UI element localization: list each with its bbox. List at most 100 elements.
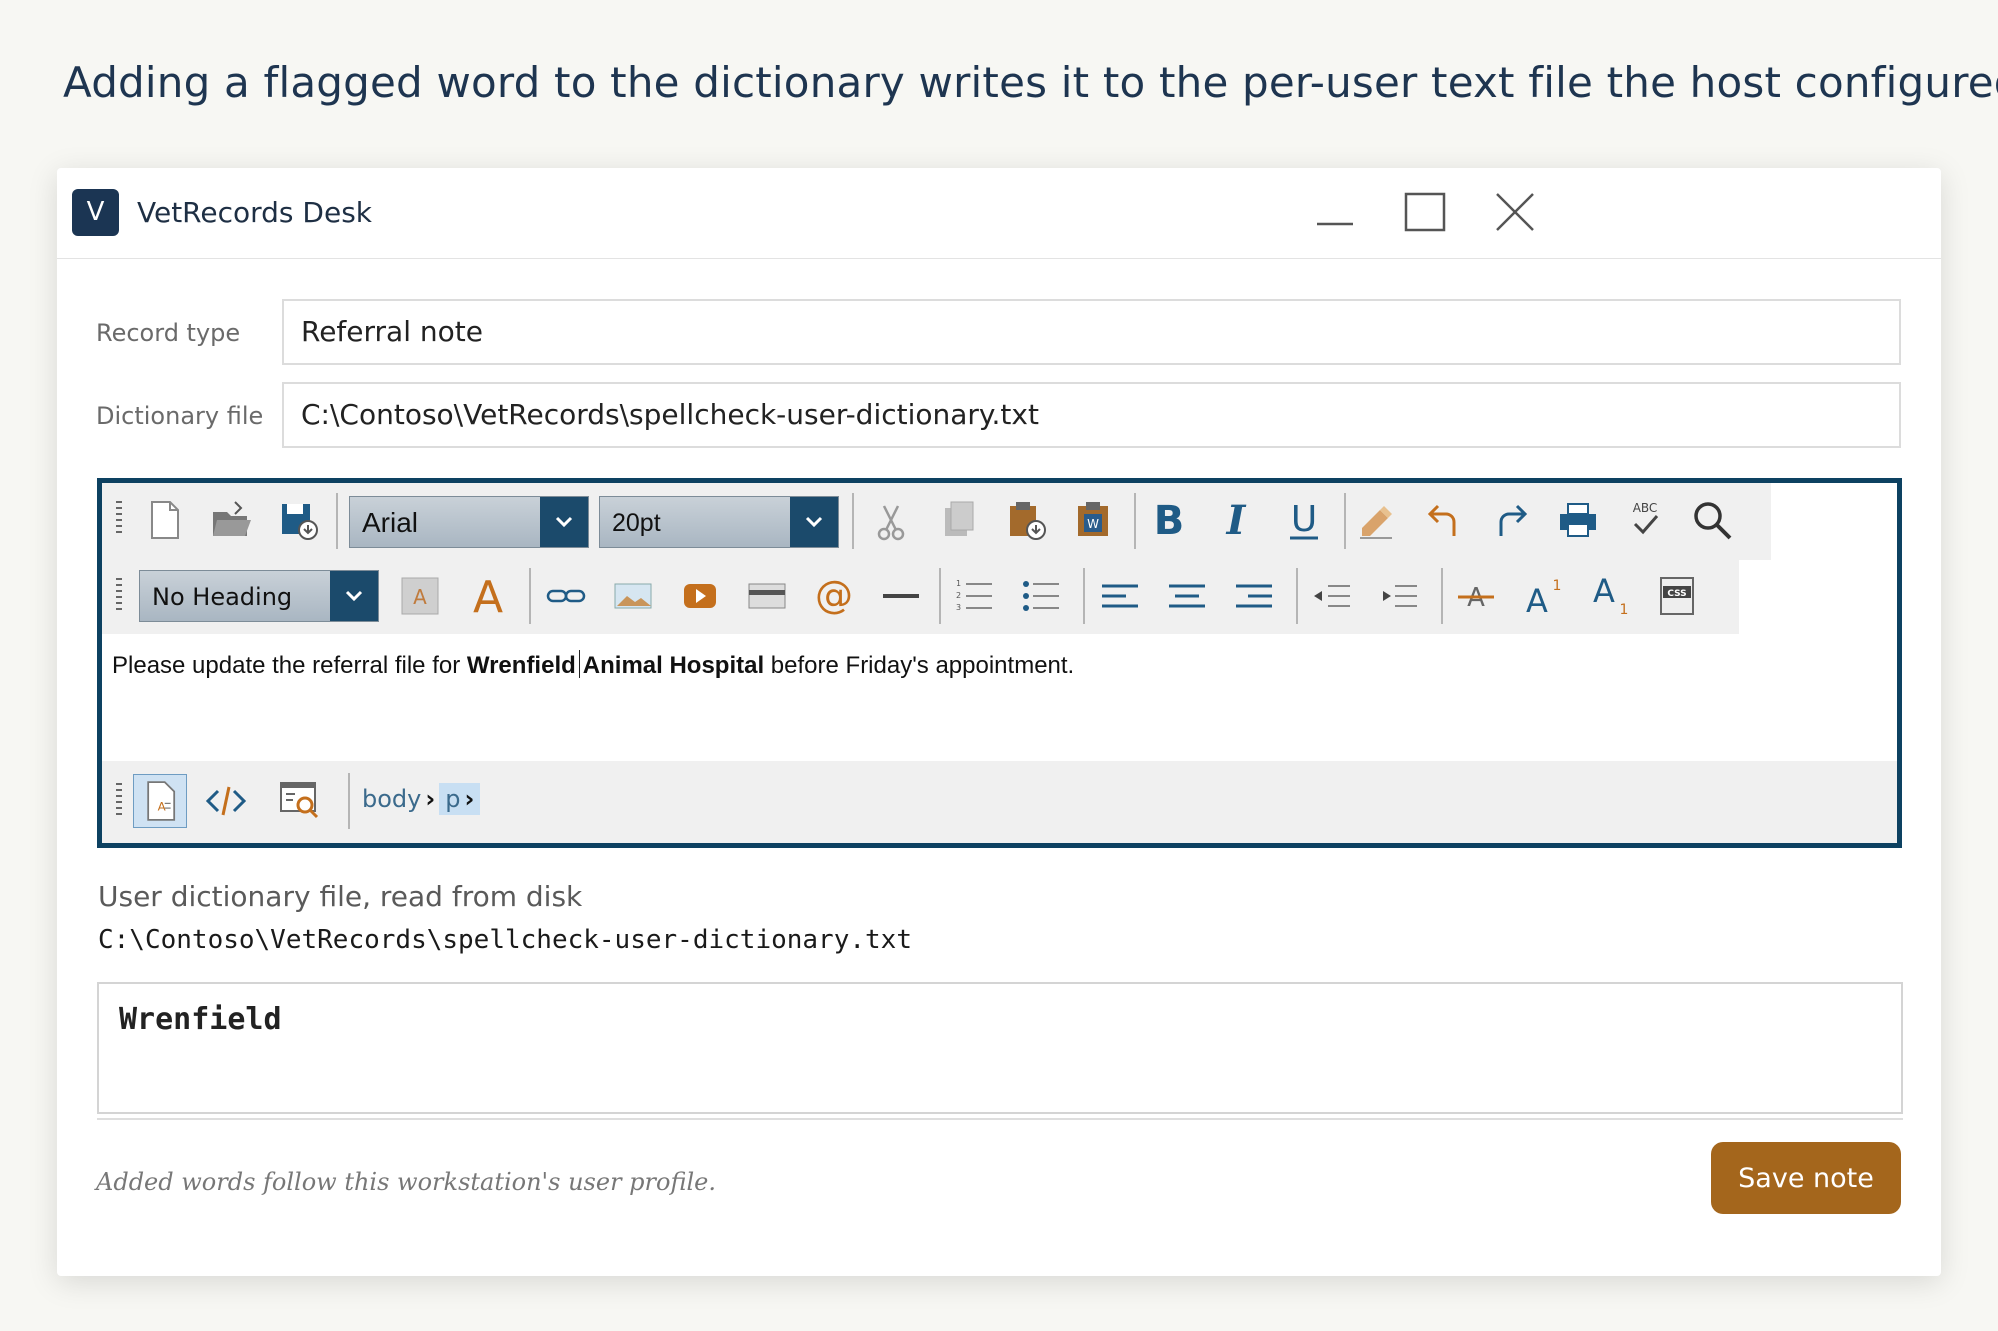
svg-text:1: 1 [1553, 578, 1562, 594]
close-button[interactable] [1485, 182, 1545, 242]
paste-from-word-icon[interactable]: W [1072, 498, 1116, 542]
breadcrumb-item-body[interactable]: body [362, 785, 421, 813]
paste-icon[interactable] [1004, 498, 1048, 542]
toolbar-separator [939, 568, 941, 624]
toolbar-grip-icon[interactable] [114, 576, 124, 616]
svg-text:A: A [1526, 582, 1548, 618]
bullet-list-icon[interactable] [1019, 574, 1063, 618]
toolbar-separator [1344, 493, 1346, 549]
svg-text:CSS: CSS [1667, 589, 1686, 599]
font-size-value: 20pt [612, 509, 661, 537]
font-size-dropdown[interactable]: 20pt [599, 496, 839, 548]
link-icon[interactable] [544, 574, 588, 618]
svg-text:2: 2 [956, 591, 961, 600]
chevron-right-icon: › [464, 785, 475, 813]
image-icon[interactable] [611, 574, 655, 618]
subscript-icon[interactable]: A1 [1588, 572, 1632, 618]
copy-icon[interactable] [937, 498, 981, 542]
maximize-button[interactable] [1395, 182, 1455, 242]
toolbar-separator [336, 493, 338, 549]
toolbar-separator [1296, 568, 1298, 624]
print-icon[interactable] [1556, 498, 1600, 542]
css-class-icon[interactable]: CSS [1655, 574, 1699, 618]
minimize-button[interactable] [1305, 182, 1365, 242]
svg-text:@: @ [815, 573, 853, 616]
svg-text:B: B [1154, 498, 1185, 542]
svg-text:3: 3 [956, 603, 961, 612]
svg-text:A: A [1593, 572, 1615, 610]
app-window: V VetRecords Desk Record type Referral n… [57, 168, 1941, 1276]
bold-icon[interactable]: B [1147, 498, 1191, 544]
svg-text:I: I [1226, 498, 1247, 542]
svg-text:W: W [1087, 517, 1099, 531]
toolbar-separator [348, 773, 350, 829]
chevron-right-icon: › [425, 785, 436, 813]
svg-text:1: 1 [956, 579, 961, 588]
outdent-icon[interactable] [1310, 574, 1354, 618]
design-view-icon[interactable]: A [133, 774, 187, 828]
record-type-label: Record type [96, 319, 241, 347]
editor-status-bar: A body › p › [102, 761, 1897, 843]
app-logo: V [72, 189, 119, 236]
dictionary-path: C:\Contoso\VetRecords\spellcheck-user-di… [98, 925, 912, 955]
page-headline: Adding a flagged word to the dictionary … [63, 58, 1998, 107]
highlight-color-icon[interactable]: A [398, 574, 442, 618]
dictionary-file-label: Dictionary file [96, 402, 264, 430]
text-cursor [578, 650, 580, 678]
open-folder-icon[interactable] [209, 498, 253, 542]
numbered-list-icon[interactable]: 1 2 3 [952, 574, 996, 618]
preview-icon[interactable] [277, 777, 321, 821]
italic-icon[interactable]: I [1214, 497, 1258, 544]
breadcrumb: body › p › [362, 783, 481, 815]
svg-text:U: U [1291, 499, 1317, 540]
align-center-icon[interactable] [1165, 574, 1209, 618]
toolbar-grip-icon[interactable] [114, 781, 124, 821]
eraser-icon[interactable] [1354, 498, 1398, 542]
title-bar: V VetRecords Desk [57, 168, 1941, 259]
dictionary-file-field[interactable]: C:\Contoso\VetRecords\spellcheck-user-di… [282, 382, 1901, 448]
superscript-icon[interactable]: A1 [1521, 574, 1565, 620]
media-icon[interactable] [745, 574, 789, 618]
font-color-icon[interactable]: A [466, 572, 510, 623]
strikethrough-icon[interactable]: A [1454, 574, 1498, 618]
heading-style-dropdown[interactable]: No Heading [139, 570, 379, 622]
dictionary-contents: Wrenfield [97, 982, 1903, 1114]
svg-text:A: A [158, 799, 166, 813]
dictionary-divider [97, 1114, 1903, 1120]
email-link-icon[interactable]: @ [812, 572, 856, 617]
video-icon[interactable] [678, 574, 722, 618]
code-view-icon[interactable] [204, 779, 248, 823]
toolbar-grip-icon[interactable] [114, 499, 124, 539]
toolbar-separator [1134, 493, 1136, 549]
align-right-icon[interactable] [1232, 574, 1276, 618]
content-text-after: before Friday's appointment. [764, 652, 1075, 679]
content-bold-wrenfield: Wrenfield [466, 652, 576, 679]
toolbar-row-1: Arial 20pt W B I U ABC [102, 483, 1771, 560]
spellcheck-icon[interactable]: ABC [1623, 498, 1667, 542]
chevron-down-icon[interactable] [540, 497, 588, 547]
font-name-dropdown[interactable]: Arial [349, 496, 589, 548]
search-icon[interactable] [1690, 498, 1734, 542]
chevron-down-icon[interactable] [790, 497, 838, 547]
horizontal-rule-icon[interactable] [879, 574, 923, 618]
app-title: VetRecords Desk [137, 196, 373, 229]
redo-icon[interactable] [1489, 498, 1533, 542]
indent-icon[interactable] [1377, 574, 1421, 618]
editor-content[interactable]: Please update the referral file for Wren… [102, 634, 1897, 764]
save-note-button[interactable]: Save note [1711, 1142, 1901, 1214]
heading-style-value: No Heading [152, 583, 293, 611]
cut-icon[interactable] [870, 500, 914, 544]
breadcrumb-item-p[interactable]: p › [439, 783, 481, 815]
underline-icon[interactable]: U [1282, 498, 1326, 542]
toolbar-separator [1083, 568, 1085, 624]
undo-icon[interactable] [1422, 498, 1466, 542]
align-left-icon[interactable] [1098, 574, 1142, 618]
chevron-down-icon[interactable] [330, 571, 378, 621]
record-type-field[interactable]: Referral note [282, 299, 1901, 365]
new-document-icon[interactable] [142, 498, 186, 542]
save-icon[interactable] [276, 498, 320, 542]
content-text-before: Please update the referral file for [112, 652, 467, 679]
rich-text-editor: Arial 20pt W B I U ABC No Heading A A @ … [97, 478, 1902, 848]
toolbar-separator [1441, 568, 1443, 624]
toolbar-separator [529, 568, 531, 624]
